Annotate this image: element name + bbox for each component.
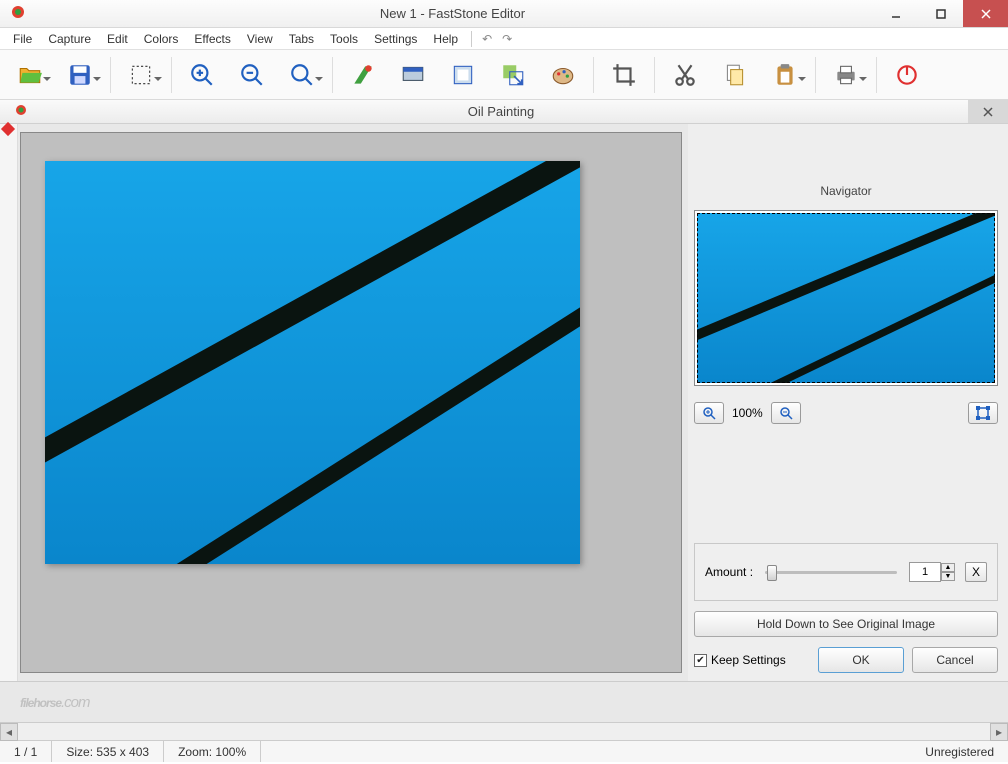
caption-button[interactable] [391, 53, 435, 97]
menu-view[interactable]: View [240, 30, 280, 48]
resize-button[interactable] [491, 53, 535, 97]
copy-button[interactable] [713, 53, 757, 97]
status-size: Size: 535 x 403 [52, 741, 164, 762]
nav-zoom-in-button[interactable] [694, 402, 724, 424]
zoom-out-button[interactable] [230, 53, 274, 97]
status-zoom: Zoom: 100% [164, 741, 261, 762]
navigator-selection[interactable] [697, 213, 995, 383]
zoom-in-button[interactable] [180, 53, 224, 97]
minimize-button[interactable] [873, 0, 918, 27]
cut-button[interactable] [663, 53, 707, 97]
right-panel: Navigator 100% Amount : ▲▼ [688, 124, 1008, 681]
reset-x-button[interactable]: X [965, 562, 987, 582]
cancel-button[interactable]: Cancel [912, 647, 998, 673]
spin-up[interactable]: ▲ [941, 563, 955, 572]
zoom-reset-button[interactable] [280, 53, 324, 97]
select-button[interactable] [119, 53, 163, 97]
dialog-buttons: ✔ Keep Settings OK Cancel [694, 647, 998, 673]
menu-tabs[interactable]: Tabs [282, 30, 321, 48]
spin-down[interactable]: ▼ [941, 572, 955, 581]
navigator-preview[interactable] [697, 213, 995, 383]
dialog-title: Oil Painting [34, 104, 968, 119]
window-title: New 1 - FastStone Editor [32, 6, 873, 21]
menu-capture[interactable]: Capture [41, 30, 98, 48]
amount-input[interactable] [909, 562, 941, 582]
maximize-button[interactable] [918, 0, 963, 27]
crop-button[interactable] [602, 53, 646, 97]
statusbar: 1 / 1 Size: 535 x 403 Zoom: 100% Unregis… [0, 740, 1008, 762]
slider-thumb[interactable] [767, 565, 777, 581]
menu-separator [471, 31, 472, 47]
open-button[interactable] [8, 53, 52, 97]
paste-button[interactable] [763, 53, 807, 97]
horizontal-scrollbar[interactable]: ◂ ▸ [0, 722, 1008, 740]
marker-icon [1, 122, 15, 136]
ok-button[interactable]: OK [818, 647, 904, 673]
canvas[interactable] [45, 161, 580, 564]
menu-settings[interactable]: Settings [367, 30, 424, 48]
menu-colors[interactable]: Colors [137, 30, 186, 48]
lower-area [0, 682, 1008, 722]
nav-zoom-out-button[interactable] [771, 402, 801, 424]
watermark: filehorse.com [20, 682, 90, 714]
app-icon [10, 4, 26, 23]
left-gutter [0, 124, 18, 681]
nav-zoom-text: 100% [732, 406, 763, 420]
paint-button[interactable] [541, 53, 585, 97]
print-button[interactable] [824, 53, 868, 97]
nav-fit-button[interactable] [968, 402, 998, 424]
scroll-right-button[interactable]: ▸ [990, 723, 1008, 741]
menu-help[interactable]: Help [426, 30, 465, 48]
status-page: 1 / 1 [0, 741, 52, 762]
redo-icon[interactable]: ↷ [498, 32, 516, 46]
amount-slider[interactable] [765, 571, 897, 574]
checkbox-icon: ✔ [694, 654, 707, 667]
scroll-left-button[interactable]: ◂ [0, 723, 18, 741]
amount-label: Amount : [705, 565, 753, 579]
exit-button[interactable] [885, 53, 929, 97]
menu-edit[interactable]: Edit [100, 30, 135, 48]
amount-control: Amount : ▲▼ X [694, 543, 998, 601]
menu-tools[interactable]: Tools [323, 30, 365, 48]
image-content [45, 161, 580, 564]
toolbar [0, 50, 1008, 100]
navigator-controls: 100% [694, 402, 998, 424]
workspace: Navigator 100% Amount : ▲▼ [0, 124, 1008, 682]
keep-settings-checkbox[interactable]: ✔ Keep Settings [694, 653, 786, 667]
navigator-box[interactable] [694, 210, 998, 386]
keep-settings-label: Keep Settings [711, 653, 786, 667]
save-button[interactable] [58, 53, 102, 97]
window-titlebar: New 1 - FastStone Editor [0, 0, 1008, 28]
menu-effects[interactable]: Effects [187, 30, 237, 48]
hold-original-button[interactable]: Hold Down to See Original Image [694, 611, 998, 637]
navigator-label: Navigator [694, 184, 998, 198]
dialog-titlebar: Oil Painting [0, 100, 1008, 124]
amount-spinner[interactable]: ▲▼ [909, 562, 955, 582]
undo-icon[interactable]: ↶ [478, 32, 496, 46]
canvas-area[interactable] [20, 132, 682, 673]
draw-button[interactable] [341, 53, 385, 97]
edge-button[interactable] [441, 53, 485, 97]
menu-file[interactable]: File [6, 30, 39, 48]
close-button[interactable] [963, 0, 1008, 27]
dialog-icon [14, 103, 28, 120]
menubar: File Capture Edit Colors Effects View Ta… [0, 28, 1008, 50]
status-registration: Unregistered [911, 745, 1008, 759]
dialog-close-button[interactable] [968, 100, 1008, 123]
